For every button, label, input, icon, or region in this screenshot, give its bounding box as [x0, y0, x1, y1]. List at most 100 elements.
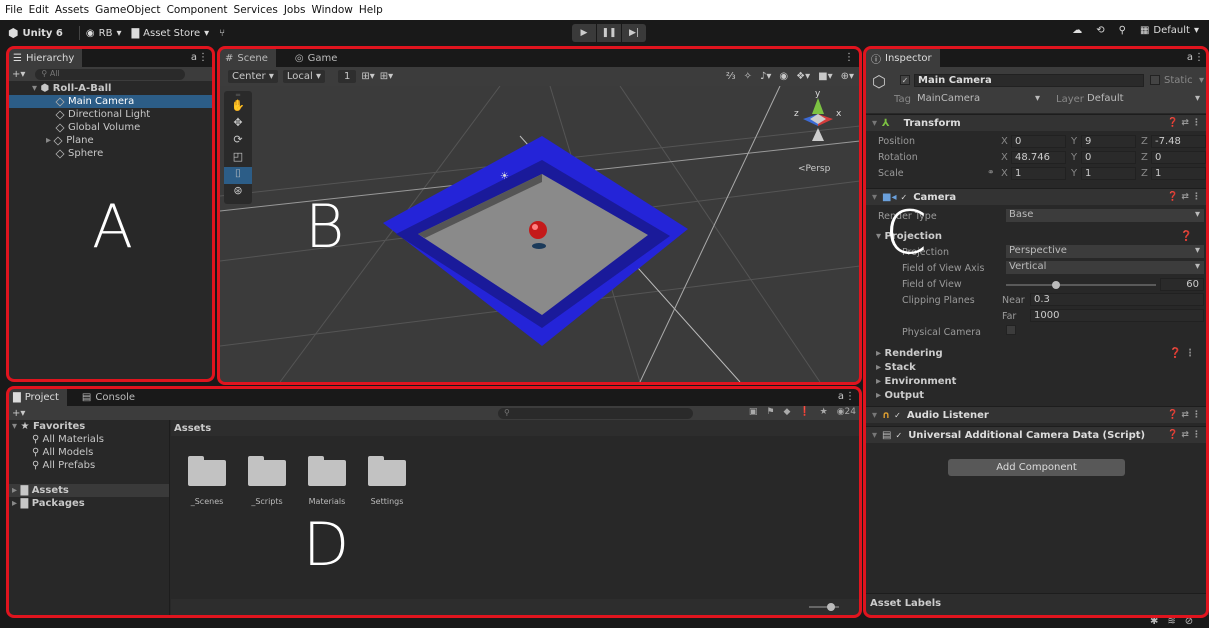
snap-increment[interactable]: 1 [338, 70, 357, 83]
component-menu-icons[interactable]: ❓ ⇄ ⋮ [1167, 410, 1201, 420]
menu-help[interactable]: Help [359, 4, 383, 16]
component-menu-icons[interactable]: ❓ ⇄ ⋮ [1167, 430, 1201, 440]
add-component-button[interactable]: Add Component [948, 459, 1125, 476]
project-search-input[interactable]: ⚲ [498, 408, 693, 419]
menu-gameobject[interactable]: GameObject [95, 4, 160, 16]
camera-icon[interactable]: ■▾ [818, 71, 832, 82]
hand-tool-icon[interactable]: ✋ [224, 99, 252, 116]
component-menu-icons[interactable]: ❓ ⇄ ⋮ [1167, 118, 1201, 128]
lock-icon[interactable]: a [838, 391, 844, 402]
constrain-proportions-icon[interactable]: ⚭ [987, 168, 995, 178]
tab-hierarchy[interactable]: ☰ Hierarchy [8, 49, 83, 67]
folder-scripts[interactable] [248, 456, 286, 486]
position-x-field[interactable]: 0 [1011, 135, 1066, 148]
fav-all-models[interactable]: ⚲ All Models [8, 446, 169, 459]
account-dropdown[interactable]: ◉ RB ▾ [86, 28, 122, 39]
menu-window[interactable]: Window [311, 4, 352, 16]
scene-root[interactable]: ▾ ⬢ Roll-A-Ball [8, 82, 213, 95]
stack-section[interactable]: ▸ Stack [876, 361, 1209, 375]
tab-console[interactable]: ▤ Console [77, 388, 143, 406]
active-checkbox[interactable]: ✓ [900, 75, 910, 85]
icon-size-knob[interactable] [827, 603, 835, 611]
position-z-field[interactable]: -7.48 [1151, 135, 1206, 148]
rotate-tool-icon[interactable]: ⟳ [224, 133, 252, 150]
assets-node[interactable]: ▸ ▇ Assets [8, 484, 169, 497]
space-dropdown[interactable]: Local ▾ [282, 70, 325, 83]
menu-assets[interactable]: Assets [55, 4, 89, 16]
more-options-icon[interactable]: ⋮ [845, 391, 855, 402]
static-checkbox[interactable] [1150, 75, 1160, 85]
scale-z-field[interactable]: 1 [1151, 167, 1206, 180]
snap-settings-icon[interactable]: ⊞▾ [380, 71, 393, 82]
physical-camera-checkbox[interactable] [1006, 325, 1016, 335]
star-icon[interactable]: ★ [820, 407, 828, 417]
check-circle-icon[interactable]: ⊘ [1185, 616, 1193, 627]
layer-dropdown[interactable]: Default ▾ [1084, 93, 1204, 106]
tab-inspector[interactable]: ⓘ Inspector [866, 49, 940, 67]
version-control-button[interactable]: ⑂ [219, 28, 225, 39]
component-menu-icons[interactable]: ❓ ⇄ ⋮ [1167, 192, 1201, 202]
assets-breadcrumb[interactable]: Assets [171, 420, 860, 436]
grid-snap-icon[interactable]: ⊞▾ [361, 71, 374, 82]
fav-all-prefabs[interactable]: ⚲ All Prefabs [8, 459, 169, 472]
transform-tool-icon[interactable]: ⊛ [224, 184, 252, 201]
tag-dropdown[interactable]: MainCamera ▾ [914, 93, 1044, 106]
output-section[interactable]: ▸ Output [876, 389, 1209, 403]
filter-icon[interactable]: ⚑ [766, 407, 774, 417]
far-field[interactable]: 1000 [1030, 309, 1204, 322]
chevron-down-icon[interactable]: ▾ [1199, 75, 1204, 86]
move-tool-icon[interactable]: ✥ [224, 116, 252, 133]
folder-materials[interactable] [308, 456, 346, 486]
fov-axis-dropdown[interactable]: Vertical ▾ [1006, 261, 1204, 274]
fov-slider[interactable] [1006, 281, 1156, 289]
effects-icon[interactable]: ❖▾ [796, 71, 810, 82]
rendering-section[interactable]: ▸ Rendering ❓ ⋮ [876, 347, 1209, 361]
menu-component[interactable]: Component [167, 4, 228, 16]
asset-labels-bar[interactable]: Asset Labels [866, 593, 1209, 615]
menu-jobs[interactable]: Jobs [284, 4, 306, 16]
persp-label[interactable]: <Persp [798, 164, 831, 174]
cloud-icon[interactable]: ☁ [1072, 25, 1082, 36]
history-icon[interactable]: ⟲ [1096, 25, 1104, 36]
help-icon[interactable]: ❓ [1180, 231, 1192, 242]
more-options-icon[interactable]: ⋮ [1194, 52, 1204, 63]
layers-icon[interactable]: ≋ [1167, 616, 1175, 627]
hierarchy-item-plane[interactable]: ▸ Plane [8, 134, 213, 147]
search-by-type-icon[interactable]: ▣ [749, 407, 758, 417]
hierarchy-search-input[interactable]: ⚲ All [35, 68, 186, 80]
add-icon[interactable]: +▾ [12, 69, 25, 80]
object-name-field[interactable]: Main Camera [914, 74, 1144, 87]
hierarchy-item-sphere[interactable]: Sphere [8, 147, 213, 160]
scale-y-field[interactable]: 1 [1081, 167, 1136, 180]
audio-icon[interactable]: ♪▾ [760, 71, 771, 82]
urp-enabled-checkbox[interactable]: ✓ [895, 431, 902, 440]
rotation-x-field[interactable]: 48.746 [1011, 151, 1066, 164]
folder-scenes[interactable] [188, 456, 226, 486]
fov-slider-knob[interactable] [1051, 281, 1060, 289]
folder-settings[interactable] [368, 456, 406, 486]
audio-listener-header[interactable]: ▾ ∩ ✓ Audio Listener ❓ ⇄ ⋮ [866, 406, 1209, 423]
asset-store-dropdown[interactable]: ▇ Asset Store ▾ [131, 28, 209, 39]
fov-field[interactable]: 60 [1160, 278, 1204, 291]
step-button[interactable]: ▶| [622, 24, 646, 42]
gizmos-icon[interactable]: ⊕▾ [841, 71, 854, 82]
more-options-icon[interactable]: ⋮ [198, 52, 208, 63]
transform-header[interactable]: ▾ ⅄ Transform ❓ ⇄ ⋮ [866, 114, 1209, 131]
lock-icon[interactable]: a [191, 52, 197, 63]
layout-dropdown[interactable]: ▦ Default ▾ [1140, 25, 1199, 36]
search-icon[interactable]: ⚲ [1119, 25, 1126, 36]
menu-edit[interactable]: Edit [29, 4, 49, 16]
rotation-y-field[interactable]: 0 [1081, 151, 1136, 164]
tab-project[interactable]: ▇ Project [8, 388, 67, 406]
icon-size-slider[interactable] [809, 603, 839, 611]
warning-icon[interactable]: ❗ [799, 407, 810, 417]
position-y-field[interactable]: 9 [1081, 135, 1136, 148]
visibility-icon[interactable]: ◉ [779, 71, 788, 82]
play-button[interactable]: ▶ [572, 24, 596, 42]
scale-x-field[interactable]: 1 [1011, 167, 1066, 180]
hierarchy-item-directional-light[interactable]: Directional Light [8, 108, 213, 121]
pause-button[interactable]: ❚❚ [597, 24, 621, 42]
packages-node[interactable]: ▸ ▇ Packages [8, 497, 169, 510]
lighting-icon[interactable]: ✧ [744, 71, 752, 82]
hierarchy-item-global-volume[interactable]: Global Volume [8, 121, 213, 134]
